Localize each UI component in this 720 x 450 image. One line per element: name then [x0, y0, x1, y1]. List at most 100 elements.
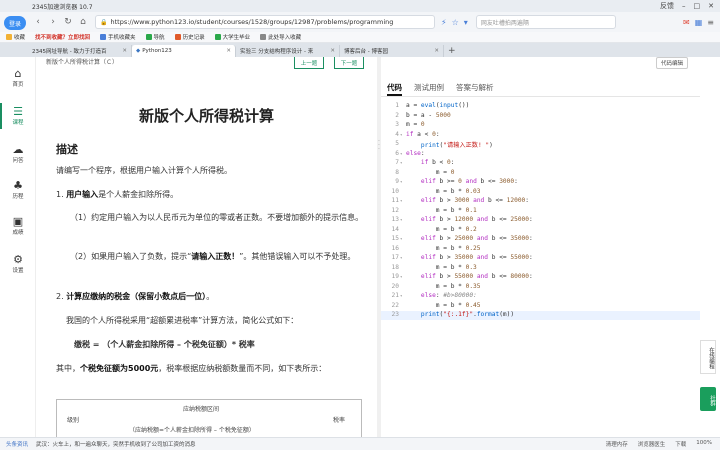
tab-close-icon[interactable]: ✕ [434, 48, 439, 54]
next-button[interactable]: 下一题 [334, 57, 364, 69]
lightning-icon[interactable]: ⚡ [441, 18, 447, 27]
code-line[interactable]: print("请输入正数! ") [406, 140, 493, 149]
editor-mode-select[interactable]: 代码编辑 [655, 57, 688, 69]
browser-doctor-button[interactable]: 浏览器医生 [638, 440, 666, 448]
tab-blog[interactable]: 博客后台 - 博客园 ✕ [340, 45, 444, 57]
close-icon[interactable]: ✕ [708, 2, 714, 10]
code-line[interactable]: if b < 0: [406, 159, 455, 166]
line-number: 15 [391, 235, 399, 242]
zoom-level[interactable]: 100% [696, 440, 712, 448]
minimize-icon[interactable]: – [682, 2, 686, 10]
tab-close-icon[interactable]: ✕ [122, 48, 127, 54]
code-line[interactable]: print("{:.1f}".format(m)) [406, 311, 514, 318]
code-line[interactable]: m = b * 0.3 [406, 264, 477, 271]
feedback-link[interactable]: 反馈 [660, 1, 674, 11]
code-line[interactable]: m = 0 [406, 169, 455, 176]
code-line[interactable]: elif b > 35000 and b <= 55000: [406, 254, 533, 261]
fold-icon[interactable]: ▾ [400, 236, 402, 241]
bookmark-grad[interactable]: 大学生毕业 [214, 33, 250, 41]
path-icon: ♣ [13, 179, 23, 192]
code-line[interactable]: m = b * 0.25 [406, 245, 481, 252]
code-line[interactable]: m = b * 0.03 [406, 188, 481, 195]
news-label[interactable]: 头条资讯 [6, 440, 28, 448]
tab-testcases[interactable]: 测试用例 [414, 79, 444, 96]
community-button[interactable]: 社群 [700, 387, 716, 411]
code-line[interactable]: m = b * 0.1 [406, 207, 477, 214]
fold-icon[interactable]: ▾ [400, 255, 402, 260]
status-actions: 清理内存 浏览器医生 下载 100% [606, 440, 712, 448]
rail-settings[interactable]: ⚙ 设置 [0, 253, 36, 274]
code-line[interactable]: m = b * 0.35 [406, 283, 481, 290]
fold-icon[interactable]: ▾ [400, 217, 402, 222]
code-line[interactable]: if a < 0: [406, 131, 440, 138]
line-number: 10 [391, 187, 399, 195]
tab-answers[interactable]: 答案与解析 [456, 79, 494, 96]
star-icon[interactable]: ☆ [452, 18, 459, 27]
fold-icon[interactable]: ▾ [400, 274, 402, 279]
new-tab-icon[interactable]: + [448, 46, 456, 56]
bookmark-nav[interactable]: 导航 [145, 33, 165, 41]
line-number: 21 [391, 292, 399, 299]
line-number: 9 [395, 178, 399, 185]
table-header-range-sub: （应纳税额=个人薪金扣除所得 – 个税免征额） [129, 427, 255, 434]
tab-close-icon[interactable]: ✕ [330, 48, 335, 54]
tab-code[interactable]: 代码 [387, 79, 402, 96]
tab-2345[interactable]: 2345网址导航 - 致力于打造百 ✕ [28, 45, 132, 57]
rail-course[interactable]: ☰ 课程 [0, 103, 36, 129]
rail-home[interactable]: ⌂ 首页 [0, 67, 36, 88]
code-line[interactable]: b = a - 5000 [406, 112, 451, 119]
download-button[interactable]: 下载 [675, 440, 686, 448]
forward-icon[interactable]: › [47, 17, 59, 27]
code-line[interactable]: elif b >= 0 and b <= 3000: [406, 178, 518, 185]
code-line[interactable]: elif b > 25000 and b <= 35000: [406, 235, 533, 242]
dropdown-icon[interactable]: ▾ [464, 18, 468, 27]
menu-icon[interactable]: ≡ [707, 18, 714, 27]
fold-icon[interactable]: ▾ [400, 198, 402, 203]
problem-breadcrumb: 新版个人所得税计算（Ｃ） [46, 59, 119, 66]
bookmark-mobile[interactable]: 手机收藏夹 [100, 33, 136, 41]
rail-score[interactable]: ▣ 成绩 [0, 215, 36, 236]
tab-close-icon[interactable]: ✕ [226, 48, 231, 54]
code-line[interactable]: elif b > 3000 and b <= 12000: [406, 197, 529, 204]
maximize-icon[interactable]: □ [694, 2, 701, 10]
rail-qa[interactable]: ☁ 问答 [0, 143, 36, 164]
bookmark-recover[interactable]: 找不到收藏？立即找回 [35, 33, 90, 41]
login-button[interactable]: 登录 [4, 16, 26, 30]
online-coding-button[interactable]: 在线编程 [700, 340, 716, 374]
news-ticker[interactable]: 武汉：火车上，和一遍众聊天，突然手机收到了公司加工资的消息 [36, 440, 196, 448]
line-number: 3 [395, 121, 399, 128]
rail-path[interactable]: ♣ 历程 [0, 179, 36, 200]
window-controls: 反馈 – □ ✕ [660, 1, 714, 11]
home-nav-icon[interactable]: ⌂ [77, 17, 89, 27]
bookmark-favorites[interactable]: 收藏 [6, 33, 25, 41]
back-icon[interactable]: ‹ [32, 17, 44, 27]
code-line[interactable]: else: #b>80000: [406, 292, 477, 299]
code-line[interactable]: m = 0 [406, 121, 425, 128]
fold-icon[interactable]: ▾ [400, 160, 402, 165]
code-line[interactable]: m = b * 0.2 [406, 226, 477, 233]
fold-icon[interactable]: ▾ [400, 151, 402, 156]
fold-icon[interactable]: ▾ [400, 132, 402, 137]
tab-lab3[interactable]: 实验三 分支结构程序设计 - 来 ✕ [236, 45, 340, 57]
line-number: 18 [391, 263, 399, 271]
fold-icon[interactable]: ▾ [400, 179, 402, 184]
url-input[interactable]: 🔒 https://www.python123.io/student/cours… [95, 15, 435, 29]
search-input[interactable]: 网友吐槽拍两遍隔 [475, 15, 616, 29]
fold-icon[interactable]: ▾ [400, 293, 402, 298]
prev-button[interactable]: 上一题 [294, 57, 324, 69]
bookmark-history[interactable]: 历史记录 [174, 33, 205, 41]
translate-icon[interactable]: ▦ [695, 18, 703, 27]
code-line[interactable]: else: [406, 150, 425, 157]
tab-python123[interactable]: ◆ Python123 ✕ [132, 45, 236, 57]
clean-memory-button[interactable]: 清理内存 [606, 440, 628, 448]
line-number: 11 [391, 197, 399, 204]
code-line[interactable]: m = b * 0.45 [406, 302, 481, 309]
code-line[interactable]: elif b > 55000 and b <= 80000: [406, 273, 533, 280]
bookmark-import[interactable]: 此处导入收藏 [260, 33, 301, 41]
mail-icon[interactable]: ✉ [683, 18, 690, 27]
reload-icon[interactable]: ↻ [62, 17, 74, 27]
code-line[interactable]: a = eval(input()) [406, 102, 469, 109]
code-line[interactable]: elif b > 12000 and b <= 25000: [406, 216, 533, 223]
formula-intro: 我国的个人所得税采用“超额累进税率”计算方法，简化公式如下： [66, 316, 299, 325]
line-number: 8 [395, 168, 399, 176]
